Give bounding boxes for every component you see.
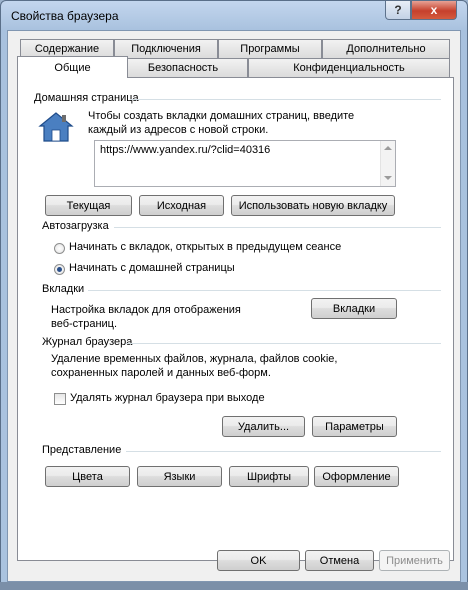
tabs-settings-button[interactable]: Вкладки (311, 298, 397, 319)
apply-button[interactable]: Применить (379, 550, 450, 571)
scroll-down-icon[interactable] (384, 176, 392, 180)
cancel-button[interactable]: Отмена (305, 550, 374, 571)
startup-previous-session-label[interactable]: Начинать с вкладок, открытых в предыдуще… (69, 240, 341, 255)
radio-selected-dot (57, 267, 62, 272)
startup-home-page-radio[interactable] (54, 264, 65, 275)
tab-privacy[interactable]: Конфиденциальность (248, 58, 450, 77)
background-strip (0, 582, 468, 590)
home-description-line1: Чтобы создать вкладки домашних страниц, … (88, 110, 355, 122)
home-page-heading: Домашняя страница (34, 92, 139, 104)
divider (130, 99, 441, 100)
tab-advanced[interactable]: Дополнительно (322, 39, 450, 58)
browser-properties-window: Свойства браузера ? x Содержание Подключ… (0, 0, 468, 590)
history-settings-button[interactable]: Параметры (312, 416, 397, 437)
divider (126, 451, 441, 452)
tabs-description-line2: веб-страниц. (51, 318, 118, 330)
scroll-up-icon[interactable] (384, 146, 392, 150)
close-icon: x (430, 3, 438, 17)
help-icon: ? (394, 3, 402, 17)
use-new-tab-button[interactable]: Использовать новую вкладку (231, 195, 395, 216)
divider (88, 290, 441, 291)
startup-previous-session-radio[interactable] (54, 243, 65, 254)
tabs-description-line1: Настройка вкладок для отображения (51, 304, 241, 316)
languages-button[interactable]: Языки (137, 466, 222, 487)
use-current-button[interactable]: Текущая (45, 195, 132, 216)
tab-programs[interactable]: Программы (218, 39, 322, 58)
delete-history-on-exit-label[interactable]: Удалять журнал браузера при выходе (70, 391, 265, 406)
fonts-button[interactable]: Шрифты (229, 466, 309, 487)
browsing-history-heading: Журнал браузера (42, 336, 133, 348)
divider (126, 343, 441, 344)
startup-heading: Автозагрузка (42, 220, 109, 232)
ok-button[interactable]: OK (217, 550, 300, 571)
startup-home-page-label[interactable]: Начинать с домашней страницы (69, 261, 235, 276)
home-description-line2: каждый из адресов с новой строки. (88, 124, 269, 136)
home-url-value: https://www.yandex.ru/?clid=40316 (100, 144, 271, 156)
appearance-heading: Представление (42, 444, 122, 456)
general-tab-panel: Домашняя страница Чтобы создать вкладки … (17, 77, 454, 561)
dialog-client-area: Содержание Подключения Программы Дополни… (7, 30, 461, 582)
tabs-heading: Вкладки (42, 283, 85, 295)
url-scrollbar[interactable] (380, 141, 395, 186)
delete-history-button[interactable]: Удалить... (222, 416, 305, 437)
close-button[interactable]: x (411, 1, 457, 20)
window-title: Свойства браузера (11, 9, 119, 23)
help-button[interactable]: ? (385, 1, 411, 20)
title-bar[interactable]: Свойства браузера ? x (1, 1, 467, 31)
tab-general[interactable]: Общие (17, 56, 128, 78)
colors-button[interactable]: Цвета (45, 466, 130, 487)
history-description-line1: Удаление временных файлов, журнала, файл… (51, 353, 338, 365)
home-url-textarea[interactable]: https://www.yandex.ru/?clid=40316 (94, 140, 396, 187)
divider (114, 227, 441, 228)
house-icon (38, 112, 74, 142)
tab-security[interactable]: Безопасность (118, 58, 248, 77)
use-default-button[interactable]: Исходная (139, 195, 224, 216)
accessibility-button[interactable]: Оформление (314, 466, 399, 487)
tab-connections[interactable]: Подключения (114, 39, 218, 58)
history-description-line2: сохраненных паролей и данных веб-форм. (51, 367, 271, 379)
delete-history-on-exit-checkbox[interactable] (54, 393, 66, 405)
